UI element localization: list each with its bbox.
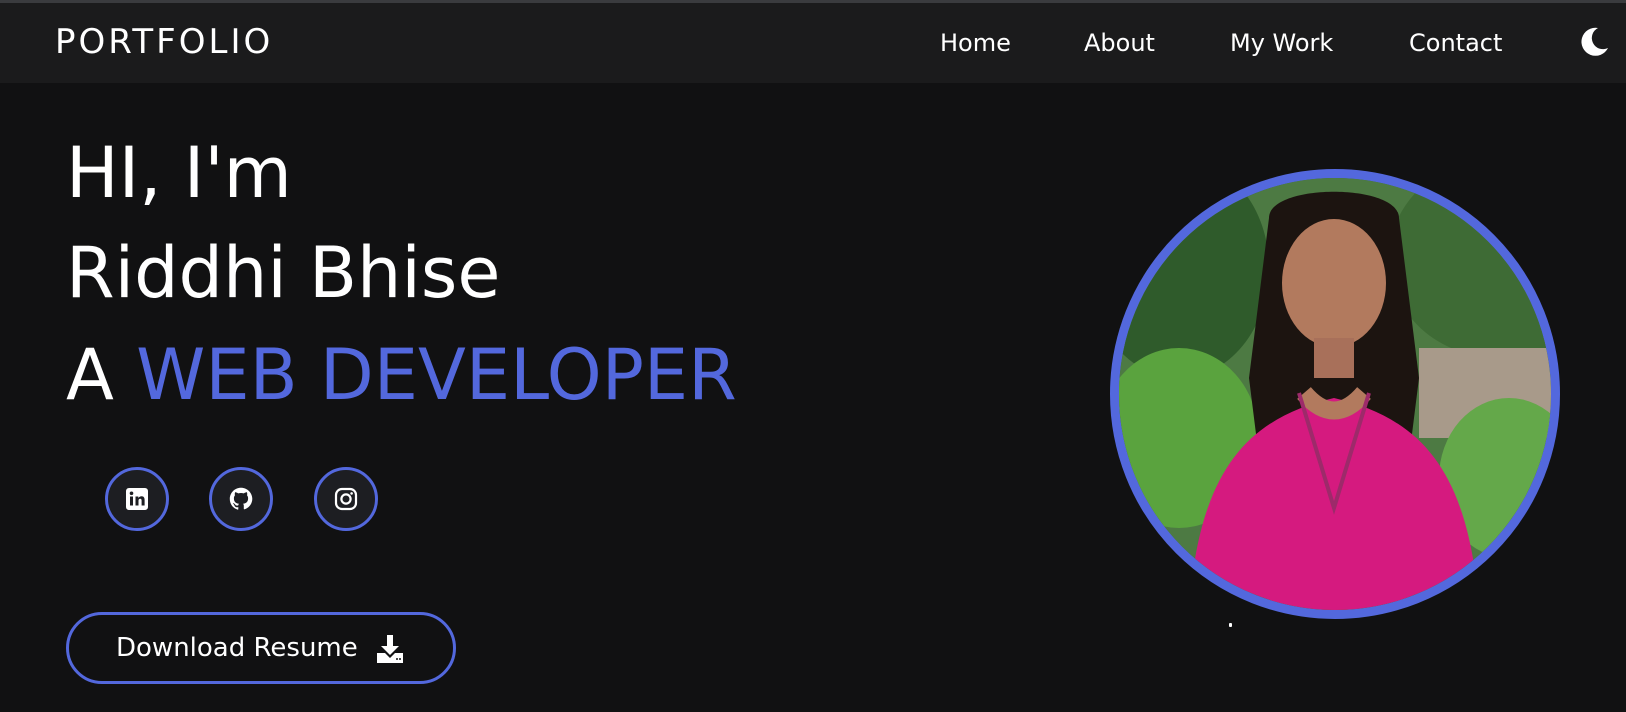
nav-link-contact[interactable]: Contact: [1409, 29, 1502, 57]
navbar: PORTFOLIO Home About My Work Contact: [0, 3, 1626, 83]
nav-link-about[interactable]: About: [1084, 29, 1155, 57]
decorative-dot: [1229, 623, 1232, 627]
download-resume-label: Download Resume: [116, 633, 358, 663]
instagram-icon: [334, 487, 358, 511]
profile-photo: [1110, 169, 1560, 619]
name-heading: Riddhi Bhise: [66, 232, 501, 314]
greeting-heading: HI, I'm: [66, 132, 292, 214]
github-icon: [229, 487, 253, 510]
download-resume-button[interactable]: Download Resume: [66, 612, 456, 684]
instagram-button[interactable]: [314, 467, 378, 531]
linkedin-icon: [126, 488, 148, 510]
nav-links: Home About My Work Contact: [0, 29, 1626, 65]
download-icon: [377, 635, 403, 663]
github-button[interactable]: [209, 467, 273, 531]
role-heading: A WEB DEVELOPER: [66, 340, 737, 410]
nav-link-my-work[interactable]: My Work: [1230, 29, 1333, 57]
nav-link-home[interactable]: Home: [940, 29, 1011, 57]
linkedin-button[interactable]: [105, 467, 169, 531]
moon-icon[interactable]: [1578, 26, 1610, 58]
role-prefix: A: [66, 334, 114, 416]
role-title: WEB DEVELOPER: [136, 334, 737, 416]
